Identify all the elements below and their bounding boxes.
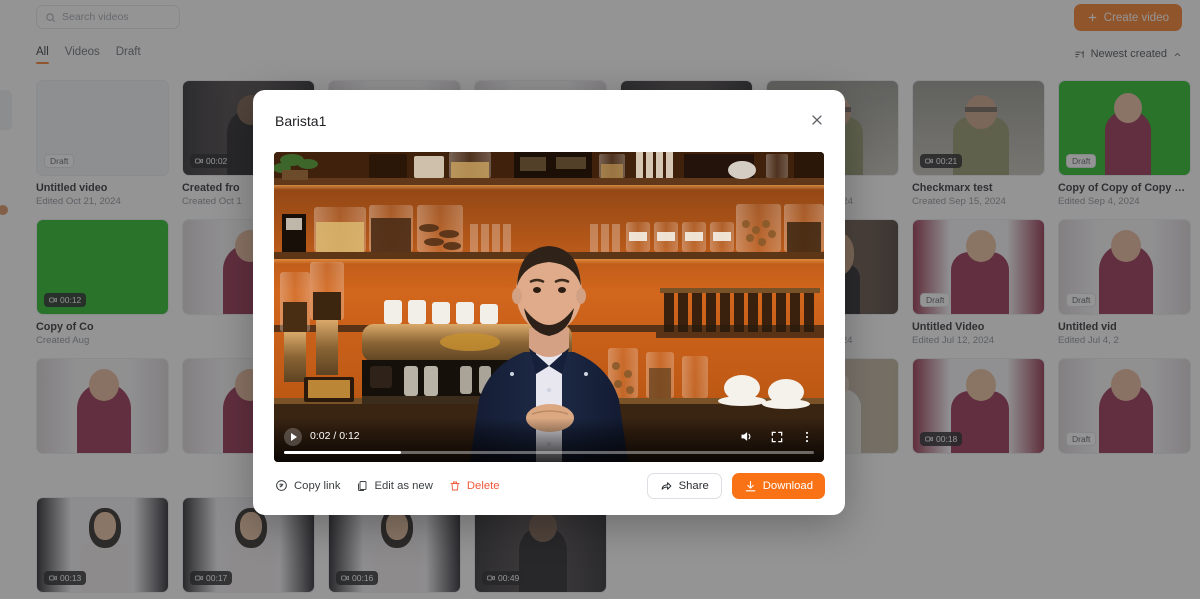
share-button[interactable]: Share bbox=[647, 473, 722, 499]
link-icon bbox=[275, 479, 288, 492]
video-progress-bar[interactable] bbox=[284, 451, 814, 454]
trash-icon bbox=[449, 480, 461, 492]
share-label: Share bbox=[679, 480, 709, 492]
download-icon bbox=[744, 480, 757, 493]
delete-label: Delete bbox=[467, 480, 500, 492]
copy-link-label: Copy link bbox=[294, 480, 340, 492]
play-icon[interactable] bbox=[284, 428, 302, 446]
edit-as-new-label: Edit as new bbox=[374, 480, 432, 492]
video-frame bbox=[274, 152, 824, 462]
copy-link-button[interactable]: Copy link bbox=[275, 479, 340, 492]
copy-icon bbox=[356, 480, 368, 492]
download-button[interactable]: Download bbox=[732, 473, 825, 499]
edit-as-new-button[interactable]: Edit as new bbox=[356, 480, 432, 492]
video-player[interactable]: 0:02 / 0:12 bbox=[274, 152, 824, 462]
video-controls-right bbox=[739, 429, 814, 444]
modal-header: Barista1 bbox=[253, 90, 845, 146]
delete-button[interactable]: Delete bbox=[449, 480, 500, 492]
video-preview-modal: Barista1 bbox=[253, 90, 845, 515]
close-icon[interactable] bbox=[809, 112, 825, 128]
download-label: Download bbox=[763, 480, 813, 492]
modal-primary-actions: Share Download bbox=[647, 473, 825, 499]
modal-title: Barista1 bbox=[275, 113, 326, 129]
video-controls: 0:02 / 0:12 bbox=[274, 418, 824, 462]
modal-footer-actions: Copy link Edit as new Delete bbox=[275, 479, 500, 492]
fullscreen-icon[interactable] bbox=[770, 430, 784, 444]
kebab-menu-icon[interactable] bbox=[800, 430, 814, 444]
volume-icon[interactable] bbox=[739, 429, 754, 444]
video-time: 0:02 / 0:12 bbox=[310, 430, 360, 442]
share-icon bbox=[660, 480, 673, 493]
modal-footer: Copy link Edit as new Delete bbox=[253, 463, 845, 515]
